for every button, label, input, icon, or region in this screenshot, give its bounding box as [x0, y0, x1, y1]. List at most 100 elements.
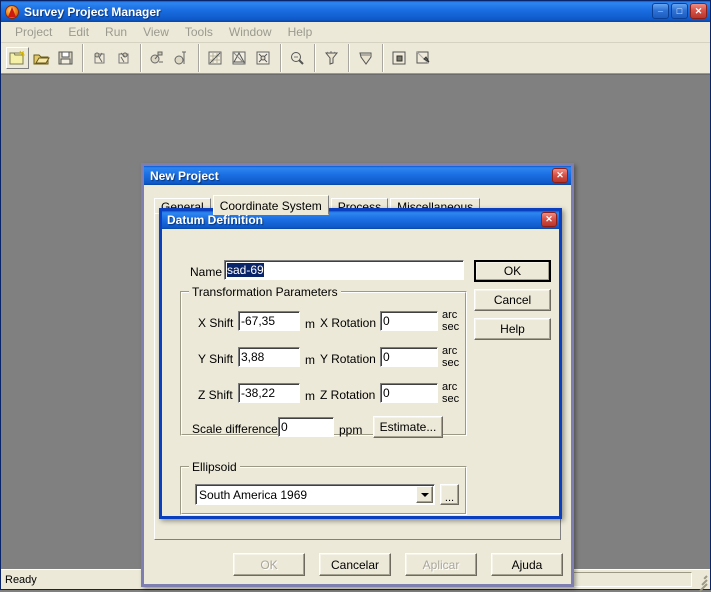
- menu-item-tools[interactable]: Tools: [177, 23, 221, 41]
- menu-bar: Project Edit Run View Tools Window Help: [1, 22, 710, 43]
- new-project-cancel-button[interactable]: Cancelar: [319, 553, 391, 576]
- menu-item-edit[interactable]: Edit: [60, 23, 97, 41]
- new-project-title: New Project: [150, 168, 219, 183]
- name-input-value: sad-69: [227, 263, 264, 277]
- new-project-icon[interactable]: [6, 47, 29, 69]
- name-input[interactable]: sad-69: [224, 260, 464, 280]
- z-rotation-unit-sec: sec: [442, 393, 460, 405]
- z-rotation-value: 0: [383, 386, 390, 400]
- menu-item-window[interactable]: Window: [221, 23, 280, 41]
- analysis-icon[interactable]: [286, 47, 309, 69]
- window-controls: _ □ ✕: [652, 3, 707, 19]
- process-network-icon[interactable]: [170, 47, 193, 69]
- process-baseline-icon[interactable]: [146, 47, 169, 69]
- app-title: Survey Project Manager: [24, 4, 161, 19]
- datum-definition-dialog: Datum Definition ✕ Name sad-69 OK Cancel…: [159, 208, 562, 519]
- adjustment-icon[interactable]: [204, 47, 227, 69]
- toolbar-separator: [348, 44, 350, 72]
- maximize-icon: □: [676, 5, 683, 16]
- close-button[interactable]: ✕: [690, 3, 707, 19]
- toolbar-separator: [314, 44, 316, 72]
- import-data-icon[interactable]: [88, 47, 111, 69]
- y-shift-label: Y Shift: [198, 352, 234, 366]
- y-rotation-unit-arc: arc: [442, 345, 458, 357]
- x-shift-input[interactable]: -67,35: [238, 311, 300, 331]
- y-rotation-value: 0: [383, 350, 390, 364]
- datum-title: Datum Definition: [167, 213, 263, 227]
- plot-icon[interactable]: [388, 47, 411, 69]
- z-rotation-input[interactable]: 0: [380, 383, 438, 403]
- datum-ok-button[interactable]: OK: [474, 260, 551, 282]
- datum-cancel-button[interactable]: Cancel: [474, 289, 551, 311]
- z-shift-input[interactable]: -38,22: [238, 383, 300, 403]
- main-window: Survey Project Manager _ □ ✕ Project Edi…: [0, 0, 711, 592]
- new-project-close-button[interactable]: ✕: [552, 168, 568, 183]
- toolbar-separator: [198, 44, 200, 72]
- resize-grip-icon[interactable]: [694, 572, 708, 592]
- x-shift-label: X Shift: [198, 316, 234, 330]
- loop-closure-icon[interactable]: [228, 47, 251, 69]
- z-rotation-label: Z Rotation: [320, 388, 376, 402]
- menu-item-help[interactable]: Help: [280, 23, 321, 41]
- scale-difference-unit: ppm: [339, 423, 363, 437]
- y-shift-value: 3,88: [241, 350, 265, 364]
- z-shift-label: Z Shift: [198, 388, 233, 402]
- ellipsoid-selected-value: South America 1969: [199, 487, 308, 502]
- y-shift-input[interactable]: 3,88: [238, 347, 300, 367]
- y-rotation-input[interactable]: 0: [380, 347, 438, 367]
- x-rotation-unit-sec: sec: [442, 321, 460, 333]
- datum-close-button[interactable]: ✕: [541, 212, 557, 227]
- name-label: Name: [190, 265, 223, 279]
- app-titlebar[interactable]: Survey Project Manager _ □ ✕: [1, 1, 710, 22]
- toolbar-separator: [82, 44, 84, 72]
- transform-icon[interactable]: [252, 47, 275, 69]
- close-icon: ✕: [545, 214, 553, 224]
- app-logo-icon: [4, 4, 20, 20]
- chevron-down-icon[interactable]: [416, 486, 433, 503]
- menu-item-run[interactable]: Run: [97, 23, 135, 41]
- scale-difference-label: Scale difference: [192, 422, 278, 436]
- ellipsoid-group: Ellipsoid South America 1969 ...: [180, 460, 467, 515]
- menu-item-project[interactable]: Project: [7, 23, 60, 41]
- scale-difference-input[interactable]: 0: [278, 417, 334, 437]
- ellipsoid-browse-button[interactable]: ...: [440, 484, 459, 505]
- x-rotation-input[interactable]: 0: [380, 311, 438, 331]
- new-project-button-row: OK Cancelar Aplicar Ajuda: [233, 553, 563, 576]
- open-project-icon[interactable]: [30, 47, 53, 69]
- toolbar-separator: [140, 44, 142, 72]
- x-shift-value: -67,35: [241, 314, 276, 328]
- tab-coordinate-system[interactable]: Coordinate System: [212, 195, 329, 215]
- new-project-apply-button[interactable]: Aplicar: [405, 553, 477, 576]
- scale-difference-value: 0: [281, 420, 288, 434]
- y-rotation-unit-sec: sec: [442, 357, 460, 369]
- mdi-workspace: New Project ✕ General Coordinate System …: [1, 74, 710, 587]
- datum-body: Name sad-69 OK Cancel Help Transformatio…: [162, 229, 559, 516]
- toolbar: [1, 43, 710, 74]
- close-icon: ✕: [694, 5, 703, 16]
- maximize-button[interactable]: □: [671, 3, 688, 19]
- toolbar-separator: [280, 44, 282, 72]
- ellipsoid-title: Ellipsoid: [189, 460, 240, 474]
- ellipsoid-combobox[interactable]: South America 1969: [195, 484, 435, 505]
- y-rotation-label: Y Rotation: [320, 352, 376, 366]
- z-rotation-unit-arc: arc: [442, 381, 458, 393]
- new-project-ok-button[interactable]: OK: [233, 553, 305, 576]
- estimate-button[interactable]: Estimate...: [373, 416, 443, 438]
- new-project-titlebar[interactable]: New Project ✕: [144, 166, 571, 185]
- z-shift-value: -38,22: [241, 386, 276, 400]
- z-shift-unit: m: [305, 389, 315, 403]
- map-view-icon[interactable]: [412, 47, 435, 69]
- transformation-parameters-title: Transformation Parameters: [189, 285, 341, 299]
- minimize-button[interactable]: _: [652, 3, 669, 19]
- transformation-parameters-group: Transformation Parameters X Shift -67,35…: [180, 285, 467, 438]
- x-rotation-label: X Rotation: [320, 316, 377, 330]
- datum-help-button[interactable]: Help: [474, 318, 551, 340]
- report-icon[interactable]: [354, 47, 377, 69]
- filter-icon[interactable]: [320, 47, 343, 69]
- save-project-icon[interactable]: [54, 47, 77, 69]
- new-project-help-button[interactable]: Ajuda: [491, 553, 563, 576]
- toolbar-separator: [382, 44, 384, 72]
- x-rotation-value: 0: [383, 314, 390, 328]
- export-data-icon[interactable]: [112, 47, 135, 69]
- menu-item-view[interactable]: View: [135, 23, 177, 41]
